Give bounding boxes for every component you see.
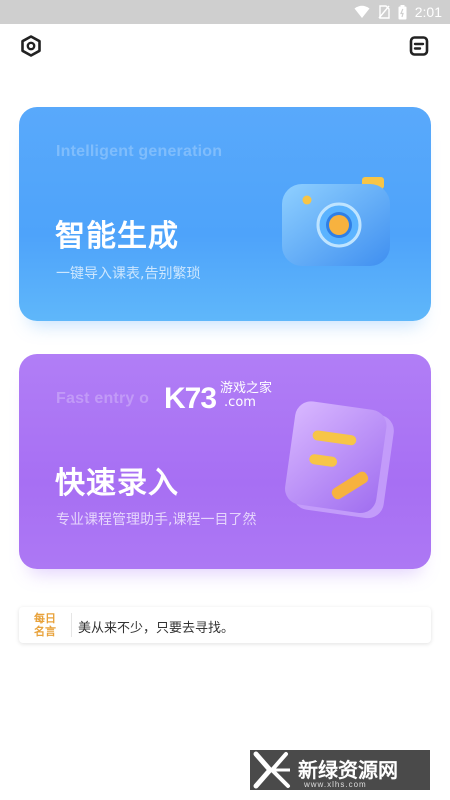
- quick-entry-card[interactable]: Fast entry o 快速录入 专业课程管理助手,课程一目了然: [19, 354, 431, 569]
- footer-site-name: 新绿资源网: [298, 758, 398, 782]
- xlhs-logo-icon: [253, 751, 290, 789]
- footer-url: www.xlhs.com: [304, 780, 367, 789]
- wifi-icon: [354, 5, 370, 18]
- card-subtitle-en: Intelligent generation: [56, 143, 223, 160]
- smart-generate-card[interactable]: Intelligent generation 智能生成 一键导入课表,告别繁琐: [19, 107, 431, 321]
- status-bar: 2:01: [0, 0, 450, 24]
- card-title: 智能生成: [55, 219, 179, 254]
- daily-quote-text: 美从来不少，只要去寻找。: [78, 621, 235, 636]
- status-icons: 2:01: [354, 3, 442, 21]
- battery-icon: [398, 4, 407, 19]
- divider: [71, 613, 72, 637]
- daily-quote-bar[interactable]: 每日 名言 美从来不少，只要去寻找。: [19, 607, 431, 643]
- settings-hexagon-icon: [21, 35, 41, 57]
- footer-watermark: 新绿资源网 www.xlhs.com: [250, 750, 430, 790]
- badge-line2: 名言: [34, 625, 56, 638]
- daily-quote-badge: 每日 名言: [27, 611, 63, 639]
- camera-icon: [282, 177, 390, 266]
- card-title: 快速录入: [55, 466, 179, 501]
- settings-button[interactable]: [19, 34, 43, 58]
- card-description: 一键导入课表,告别繁琐: [56, 266, 201, 282]
- card-description: 专业课程管理助手,课程一目了然: [56, 512, 257, 528]
- status-time: 2:01: [414, 4, 442, 20]
- badge-line1: 每日: [34, 612, 56, 625]
- no-sim-icon: [378, 5, 390, 19]
- note-pencil-icon: [285, 401, 394, 519]
- card-subtitle-en: Fast entry o: [56, 390, 150, 407]
- document-list-icon: [409, 36, 429, 56]
- schedule-list-button[interactable]: [407, 34, 431, 58]
